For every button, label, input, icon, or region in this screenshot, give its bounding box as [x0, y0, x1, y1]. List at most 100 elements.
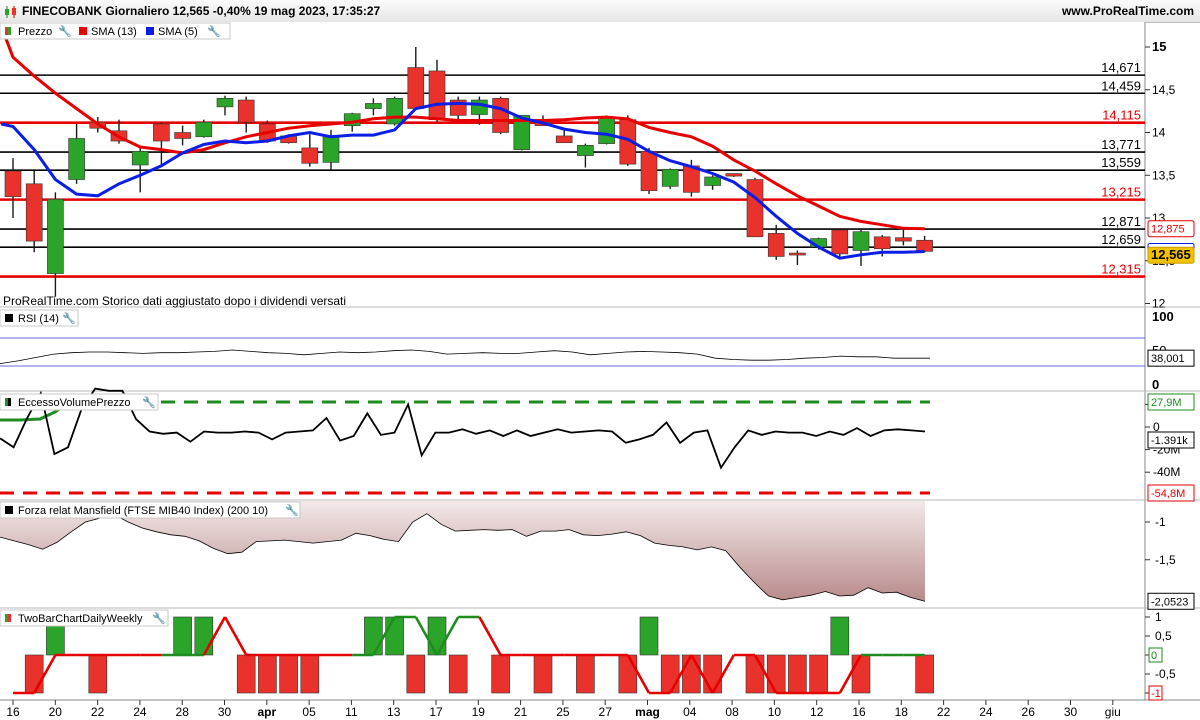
- price-pane[interactable]: [0, 22, 1145, 306]
- wrench-icon[interactable]: 🔧: [62, 311, 76, 325]
- candle: [195, 119, 213, 138]
- wrench-icon[interactable]: 🔧: [285, 503, 299, 517]
- candle-body: [598, 116, 615, 144]
- site-link[interactable]: www.ProRealTime.com: [1062, 4, 1194, 18]
- twobar-badge: 0: [1148, 647, 1163, 663]
- rsi-tick-label: 100: [1152, 309, 1174, 324]
- wrench-icon[interactable]: 🔧: [58, 24, 72, 38]
- level-label: 14,671: [1101, 60, 1141, 75]
- time-tick-label: 27: [599, 705, 613, 719]
- candle-body: [895, 237, 912, 242]
- twobar-tick-label: 1: [1155, 610, 1162, 624]
- candle: [598, 115, 615, 145]
- price-tick-label: 15: [1152, 39, 1166, 54]
- level-label: 14,459: [1101, 78, 1141, 93]
- twobar-bar: [24, 654, 44, 694]
- mansfield-tick-label: -1: [1155, 515, 1166, 529]
- price-legend-swatch: [5, 27, 8, 35]
- candle-body: [47, 198, 64, 274]
- level-label: 14,115: [1102, 108, 1141, 123]
- twobar-tick-label: 0,5: [1155, 629, 1172, 643]
- candle-body: [873, 236, 891, 250]
- time-tick-label: 20: [49, 705, 63, 719]
- evp-lower-badge-label: -54,8M: [1151, 488, 1185, 500]
- twobar-bar: [639, 616, 659, 656]
- candle-body: [704, 176, 721, 186]
- candle-body: [25, 183, 43, 242]
- candle-body: [237, 99, 255, 123]
- level-label: 13,215: [1101, 185, 1141, 200]
- price-tick-label: 14,5: [1152, 83, 1176, 97]
- twobar-bar: [788, 654, 807, 694]
- candle-body: [725, 173, 743, 177]
- candle: [831, 228, 849, 257]
- twobar-bar: [830, 616, 850, 656]
- twobar-bar: [406, 654, 426, 694]
- candle-body: [153, 123, 170, 142]
- twobar-bar: [533, 654, 553, 694]
- sma5-legend-label: SMA (5): [158, 26, 198, 38]
- wrench-icon[interactable]: 🔧: [152, 611, 166, 625]
- time-tick-label: 08: [725, 705, 739, 719]
- candle-body: [767, 233, 785, 257]
- time-tick-label: 22: [937, 705, 951, 719]
- twobar-legend[interactable]: TwoBarChartDailyWeekly 🔧: [0, 609, 169, 627]
- dividend-note: ProRealTime.com Storico dati aggiustato …: [3, 294, 346, 308]
- evp-value-badge-label: -1.391k: [1151, 435, 1188, 447]
- time-tick-label: 30: [1064, 705, 1078, 719]
- twobar-bar: [194, 616, 214, 656]
- wrench-icon[interactable]: 🔧: [207, 24, 221, 38]
- mansfield-tick-label: -1,5: [1155, 553, 1176, 567]
- candle-body: [216, 98, 234, 108]
- price-badge: 12,875: [1147, 220, 1195, 238]
- twobar-bar: [915, 654, 934, 694]
- price-legend[interactable]: Prezzo 🔧 SMA (13) SMA (5) 🔧: [0, 22, 231, 40]
- time-tick-label: 04: [683, 705, 697, 719]
- twobar-bar: [448, 654, 468, 694]
- candle: [746, 177, 764, 238]
- evp-legend[interactable]: EccessoVolumePrezzo 🔧: [0, 393, 159, 411]
- level-label: 12,871: [1101, 214, 1141, 229]
- candle-body: [640, 151, 658, 191]
- twobar-badge-label: -1: [1151, 688, 1161, 700]
- time-tick-label: apr: [257, 705, 276, 719]
- candle-body: [428, 70, 446, 120]
- candle-body: [4, 170, 22, 197]
- rsi-pane[interactable]: [0, 308, 1145, 390]
- time-tick-label: 16: [852, 705, 866, 719]
- twobar-bar: [682, 654, 701, 694]
- evp-tick-label: -40M: [1153, 465, 1180, 479]
- mansfield-badge-label: -2,0523: [1151, 596, 1188, 608]
- evp-lower-badge: -54,8M: [1147, 484, 1195, 502]
- candle-body: [174, 132, 191, 139]
- time-tick-label: mag: [635, 705, 660, 719]
- twobar-bar: [745, 654, 765, 694]
- twobar-bar: [258, 654, 277, 694]
- rsi-legend[interactable]: RSI (14) 🔧: [0, 309, 79, 327]
- time-tick-label: 10: [768, 705, 782, 719]
- time-tick-label: 21: [514, 705, 528, 719]
- twobar-badge-label: 0: [1151, 650, 1157, 662]
- time-tick-label: 19: [472, 705, 486, 719]
- wrench-icon[interactable]: 🔧: [142, 395, 156, 409]
- twobar-bar: [364, 616, 383, 656]
- level-label: 13,559: [1101, 155, 1141, 170]
- evp-upper-badge: 27,9M: [1147, 393, 1195, 411]
- evp-pane[interactable]: [0, 392, 1145, 499]
- price-tick-label: 13,5: [1152, 168, 1176, 182]
- candle-body: [916, 239, 933, 252]
- twobar-bar: [385, 616, 404, 656]
- mansfield-legend[interactable]: Forza relat Mansfield (FTSE MIB40 Index)…: [0, 501, 301, 519]
- sma13-legend-label: SMA (13): [91, 26, 137, 38]
- twobar-legend-label: TwoBarChartDailyWeekly: [18, 613, 143, 625]
- sma5-swatch: [146, 27, 154, 35]
- time-tick-label: 24: [979, 705, 993, 719]
- twobar-tick-label: -0,5: [1155, 667, 1176, 681]
- price-legend-label: Prezzo: [18, 26, 52, 38]
- candle-body: [68, 138, 85, 180]
- candle-body: [789, 252, 806, 256]
- chart-area[interactable]: 14,671 14,459 14,115 13,771 13,559 13,215 12,8…: [0, 22, 1200, 720]
- price-badge-label: 12,875: [1151, 224, 1185, 236]
- candle-body: [661, 168, 679, 187]
- time-tick-label: 28: [176, 705, 190, 719]
